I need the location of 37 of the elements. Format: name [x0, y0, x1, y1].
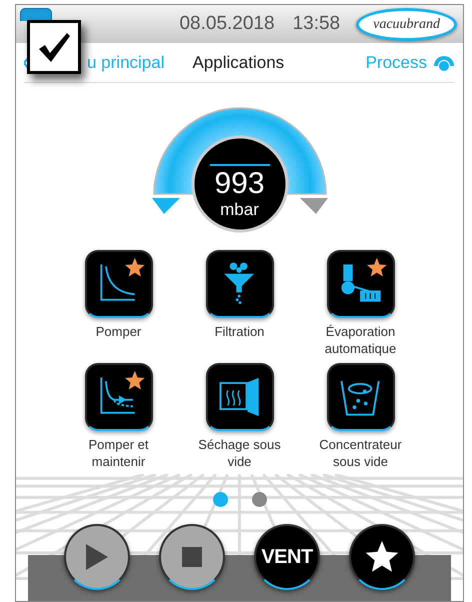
pressure-value: 993 — [214, 169, 265, 199]
stop-icon — [182, 547, 202, 567]
star-icon — [124, 370, 144, 390]
chevron-left-icon — [24, 58, 28, 68]
checkbox[interactable] — [27, 20, 81, 74]
application-tile[interactable] — [84, 250, 152, 318]
star-icon — [366, 258, 386, 276]
process-link[interactable]: Process — [366, 50, 427, 76]
star-icon — [365, 540, 399, 574]
application-tile[interactable] — [206, 250, 274, 318]
oven-icon — [219, 378, 258, 416]
page-title: Applications — [192, 52, 284, 74]
application-label: Concentrateur sous vide — [318, 436, 403, 471]
application-label: Évaporation automatique — [324, 323, 398, 358]
application-tile[interactable] — [206, 363, 274, 431]
application-tile[interactable] — [84, 363, 152, 431]
application-tile[interactable] — [326, 363, 394, 431]
application-label: Pomper — [94, 323, 142, 341]
decay-curve-icon — [100, 377, 134, 414]
application-label: Séchage sous vide — [197, 436, 282, 471]
star-icon — [124, 258, 144, 276]
application-label: Pomper et maintenir — [88, 436, 150, 471]
back-link[interactable]: u principal — [87, 50, 164, 76]
funnel-icon — [224, 262, 254, 304]
signal-icon — [433, 54, 455, 72]
checkmark-icon — [37, 31, 71, 63]
application-tile[interactable] — [326, 250, 394, 318]
play-icon — [86, 544, 108, 570]
pressure-unit: mbar — [220, 199, 259, 220]
decay-curve-icon — [100, 264, 134, 301]
date-text: 08.05.2018 — [179, 12, 275, 36]
brand-logo: vacuubrand — [356, 8, 457, 40]
bowl-icon — [340, 381, 380, 416]
help-button[interactable] — [20, 8, 52, 21]
application-label: Filtration — [214, 323, 266, 341]
rotary-evaporator-icon — [340, 264, 380, 302]
time-text: 13:58 — [292, 12, 340, 36]
